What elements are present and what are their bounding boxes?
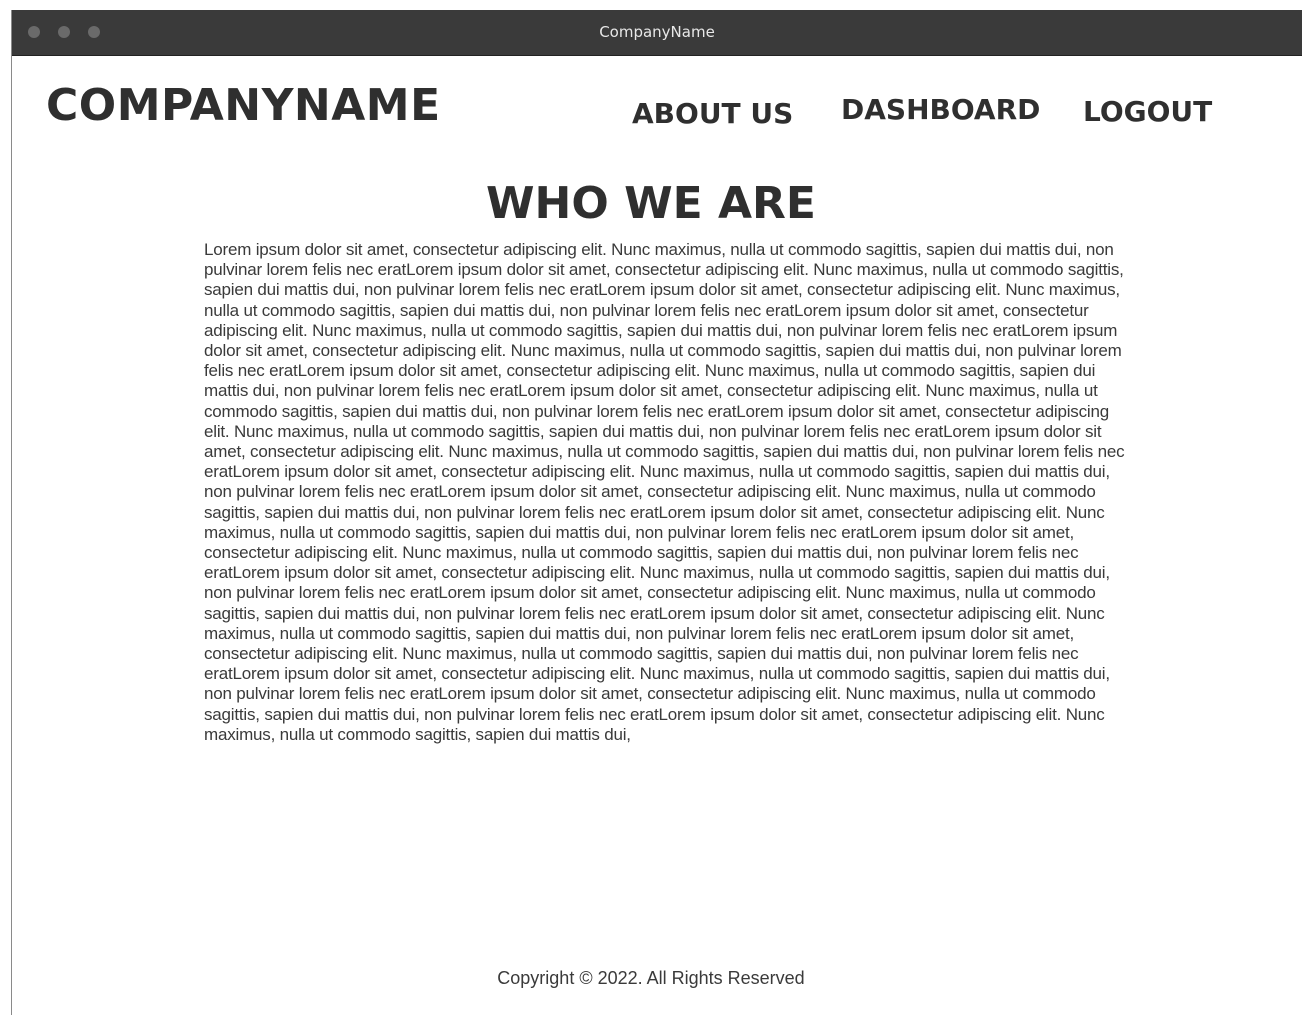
nav-dashboard-link[interactable]: DASHBOARD <box>841 93 1040 126</box>
nav-about-us-link[interactable]: ABOUT US <box>632 97 793 130</box>
page-heading: WHO WE ARE <box>486 178 816 229</box>
company-logo[interactable]: COMPANYNAME <box>46 80 441 131</box>
footer-copyright: Copyright © 2022. All Rights Reserved <box>497 968 805 988</box>
about-body-text: Lorem ipsum dolor sit amet, consectetur … <box>204 240 1125 744</box>
window-title: CompanyName <box>599 23 715 41</box>
window-titlebar: CompanyName <box>12 10 1302 56</box>
nav-logout-link[interactable]: LOGOUT <box>1083 95 1212 128</box>
